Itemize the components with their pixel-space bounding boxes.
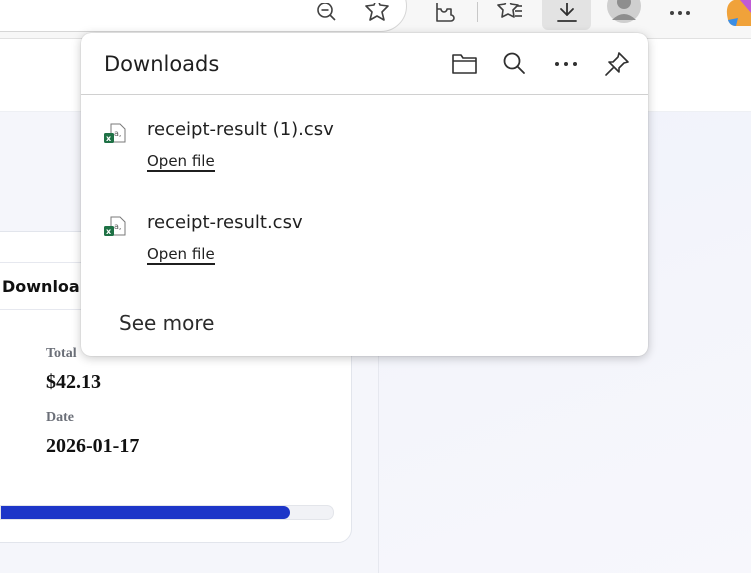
total-label: Total (46, 346, 77, 361)
progress-bar (0, 505, 334, 520)
downloads-flyout: Downloads a, x receipt-result (1).csv Op… (81, 33, 648, 356)
open-file-link[interactable]: Open file (147, 245, 215, 265)
open-folder-icon[interactable] (448, 47, 482, 81)
downloads-title: Downloads (104, 52, 220, 76)
more-options-icon[interactable] (549, 47, 583, 81)
date-value: 2026-01-17 (46, 435, 140, 457)
download-tab-label: Downloa (2, 276, 80, 296)
total-value: $42.13 (46, 371, 101, 393)
download-item[interactable]: a, x receipt-result (1).csv Open file (81, 113, 648, 189)
download-item[interactable]: a, x receipt-result.csv Open file (81, 206, 648, 282)
svg-text:x: x (106, 227, 112, 236)
open-file-link[interactable]: Open file (147, 152, 215, 172)
copilot-icon[interactable] (722, 0, 751, 30)
date-label: Date (46, 410, 74, 425)
csv-file-icon: a, x (103, 123, 127, 150)
address-bar[interactable] (0, 0, 407, 32)
progress-fill (1, 506, 290, 519)
pin-icon[interactable] (600, 47, 634, 81)
search-icon[interactable] (498, 47, 532, 81)
csv-file-icon: a, x (103, 216, 127, 243)
more-icon[interactable] (664, 0, 696, 30)
svg-text:x: x (106, 134, 112, 143)
see-more-link[interactable]: See more (119, 311, 214, 335)
favorite-star-icon[interactable] (362, 0, 392, 30)
zoom-out-icon[interactable] (312, 0, 340, 30)
file-name[interactable]: receipt-result (1).csv (147, 119, 334, 140)
favorites-icon[interactable] (494, 0, 526, 30)
file-name[interactable]: receipt-result.csv (147, 212, 303, 233)
flyout-divider (81, 94, 648, 95)
downloads-icon[interactable] (542, 0, 591, 30)
extensions-icon[interactable] (430, 0, 460, 30)
svg-text:a,: a, (114, 129, 121, 138)
toolbar-separator (477, 2, 478, 22)
profile-avatar[interactable] (606, 0, 642, 30)
download-tab[interactable]: Downloa (0, 262, 90, 310)
svg-text:a,: a, (114, 222, 121, 231)
